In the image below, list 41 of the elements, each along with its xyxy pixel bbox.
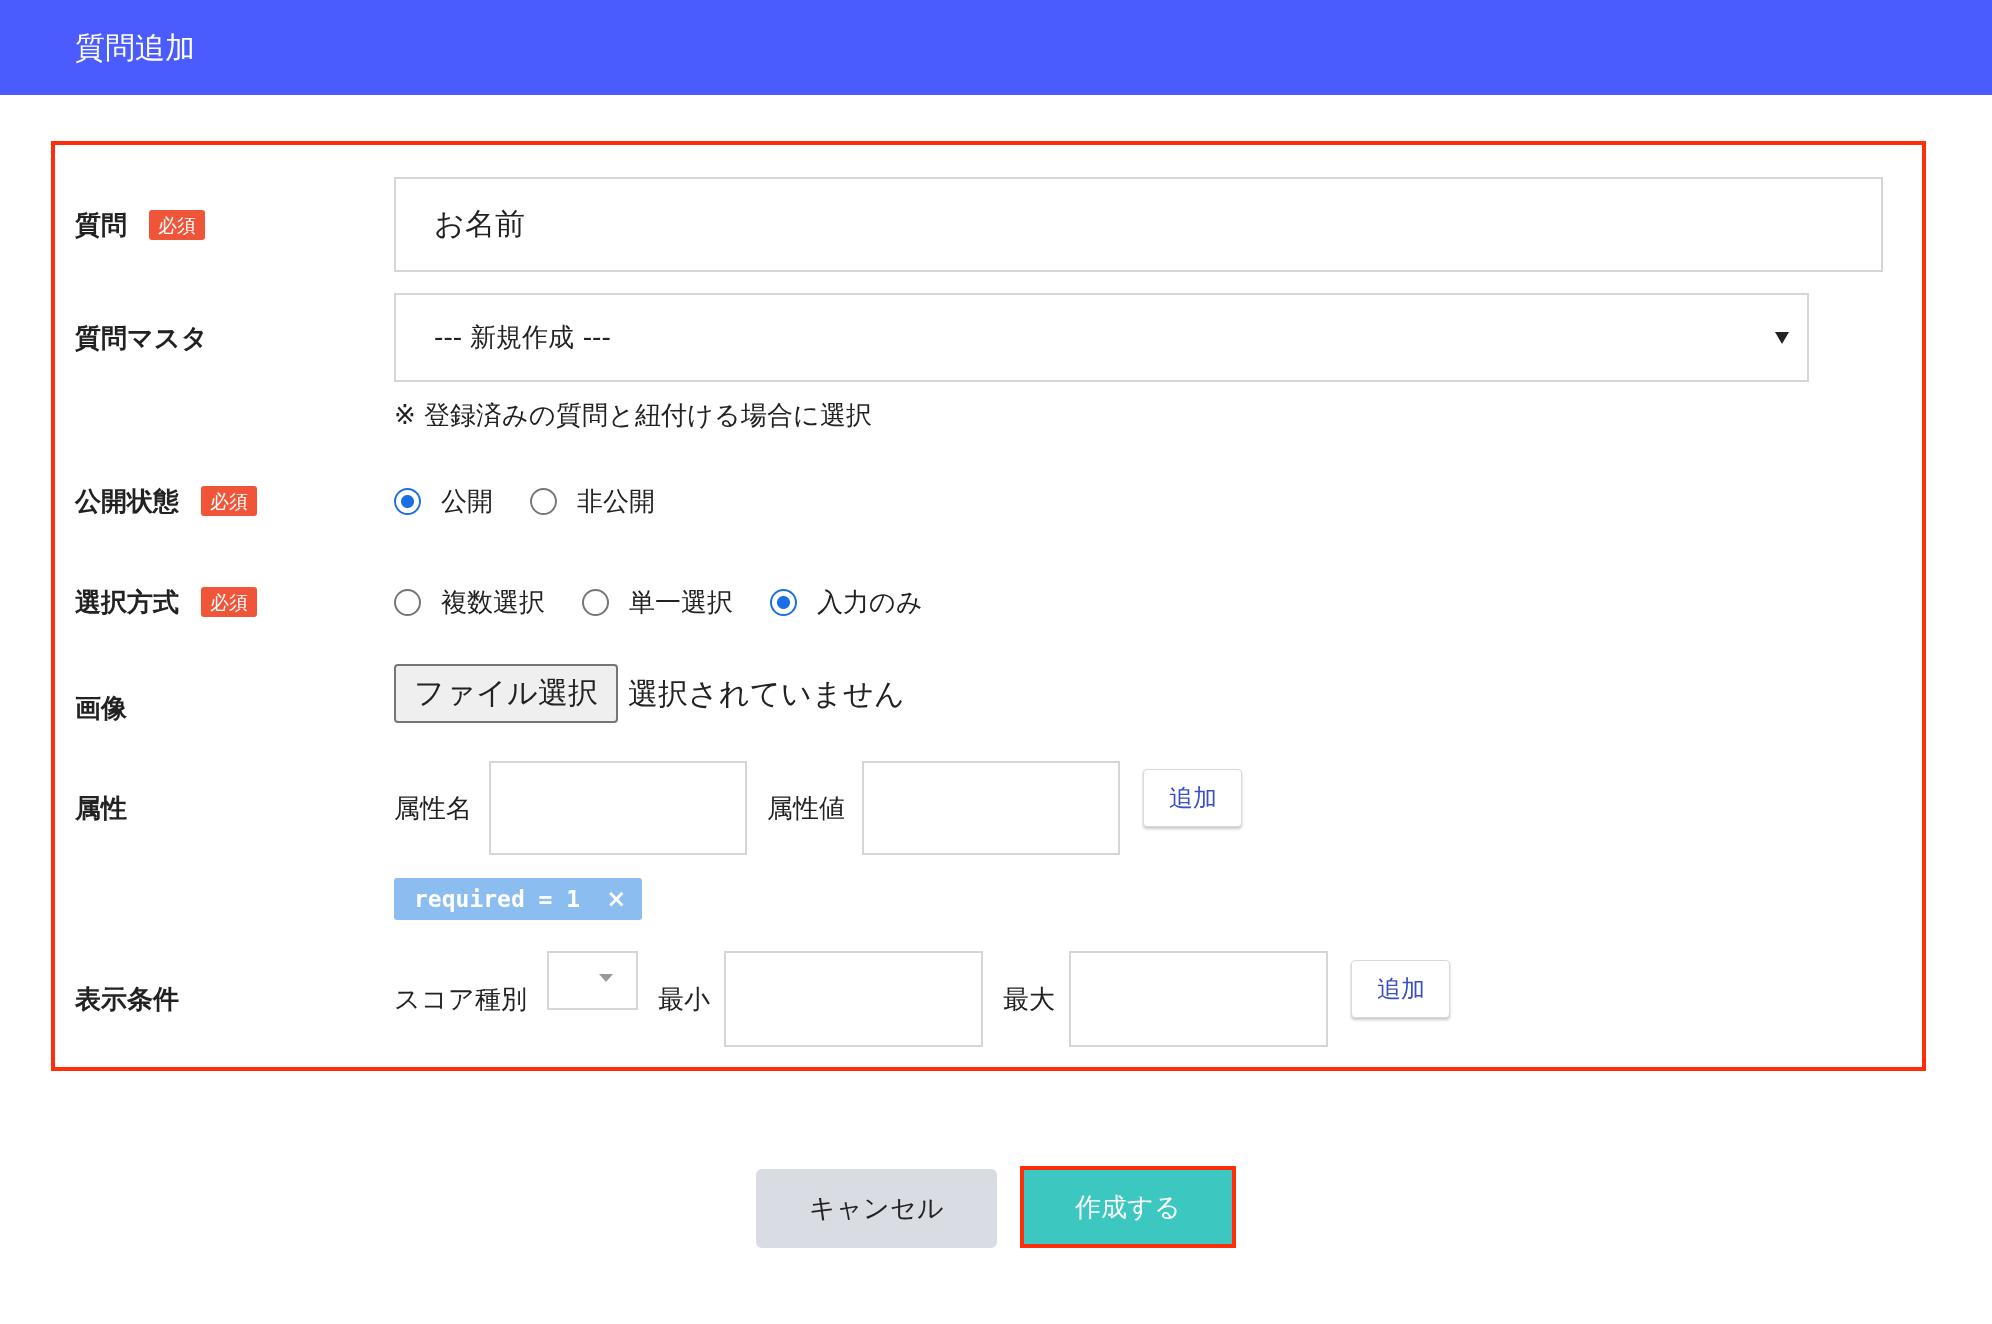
field-label: 画像 <box>75 693 127 723</box>
field-label: 属性 <box>75 793 127 823</box>
input-label: 最小 <box>658 983 710 1016</box>
input-label: 最大 <box>1003 983 1055 1016</box>
tag-text: required = 1 <box>414 886 581 912</box>
caret-icon <box>599 973 613 982</box>
radio-label[interactable]: 公開 <box>441 484 493 518</box>
add-button[interactable]: 追加 <box>1143 769 1242 827</box>
required-badge: 必須 <box>201 587 257 617</box>
input-label: 属性値 <box>767 792 845 825</box>
field-label: 表示条件 <box>75 984 179 1014</box>
select-dropdown[interactable]: --- 新規作成 --- <box>394 293 1809 382</box>
min-input[interactable] <box>724 951 983 1047</box>
page-title: 質問追加 <box>75 28 195 67</box>
file-choose-button[interactable]: ファイル選択 <box>394 664 618 723</box>
cancel-button[interactable]: キャンセル <box>756 1169 997 1248</box>
required-badge: 必須 <box>149 209 205 240</box>
radio-label[interactable]: 複数選択 <box>441 585 545 619</box>
radio-button[interactable] <box>394 588 421 616</box>
input-label: 属性名 <box>394 792 472 825</box>
field-label: 質問マスタ <box>75 322 208 353</box>
max-input[interactable] <box>1069 951 1328 1047</box>
field-label: 選択方式 <box>75 587 179 617</box>
input-label: スコア種別 <box>394 983 527 1016</box>
caret-icon <box>1775 331 1789 344</box>
field-label: 質問 <box>75 209 127 240</box>
radio-button[interactable] <box>770 588 797 616</box>
attribute-value-input[interactable] <box>862 761 1120 855</box>
required-badge: 必須 <box>201 486 257 516</box>
add-button[interactable]: 追加 <box>1351 960 1450 1018</box>
hint-text: ※ 登録済みの質問と紐付ける場合に選択 <box>394 400 874 430</box>
radio-label[interactable]: 入力のみ <box>817 585 923 619</box>
radio-label[interactable]: 単一選択 <box>629 585 733 619</box>
attribute-name-input[interactable] <box>489 761 747 855</box>
field-label: 公開状態 <box>75 486 179 516</box>
file-status-text: 選択されていません <box>628 674 905 713</box>
radio-button[interactable] <box>530 487 557 515</box>
text-input[interactable]: お名前 <box>394 177 1883 272</box>
radio-button[interactable] <box>582 588 609 616</box>
radio-label[interactable]: 非公開 <box>577 484 655 518</box>
radio-button[interactable] <box>394 487 421 515</box>
